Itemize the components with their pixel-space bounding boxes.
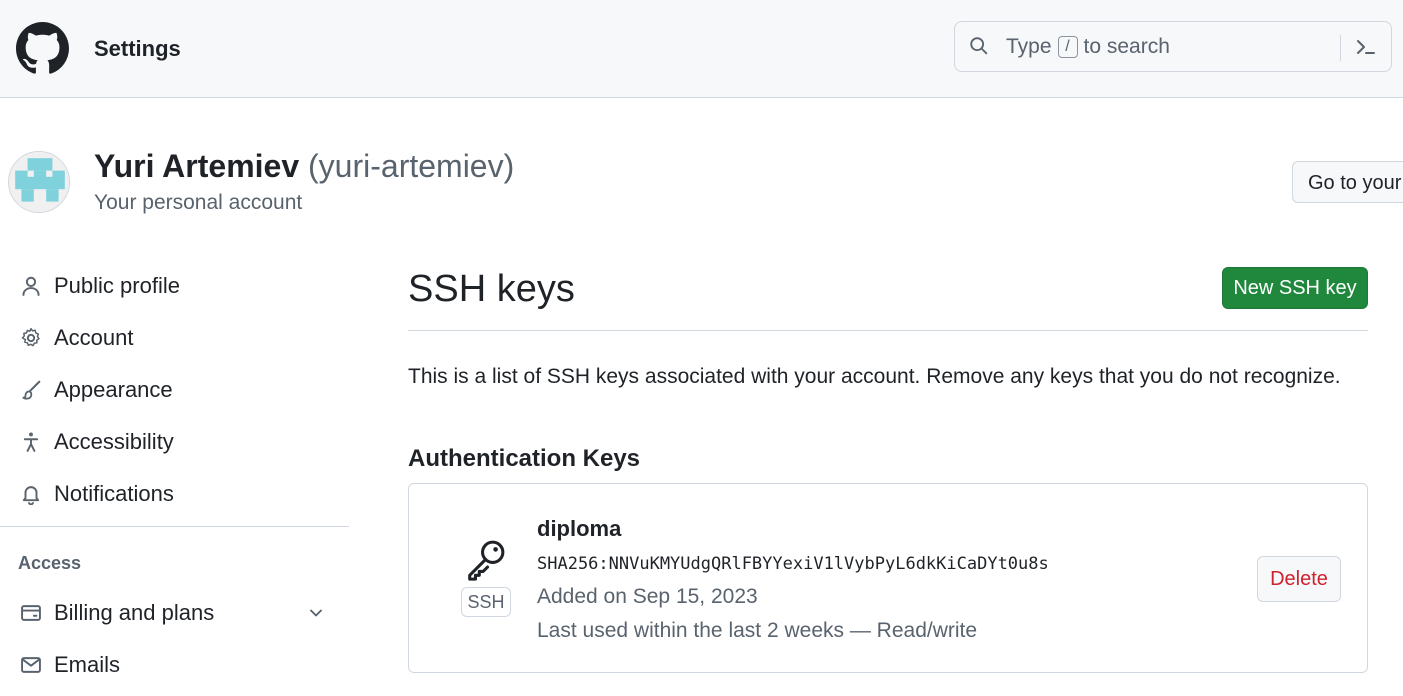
sidebar-item-emails[interactable]: Emails <box>0 642 349 688</box>
page-title: Settings <box>94 36 181 61</box>
sidebar-item-label: Notifications <box>54 481 174 506</box>
sidebar-item-billing[interactable]: Billing and plans <box>0 590 349 636</box>
person-icon <box>22 276 40 296</box>
search-suffix: to search <box>1083 35 1170 58</box>
chevron-down-icon[interactable] <box>306 603 326 623</box>
section-title: SSH keys <box>408 268 575 310</box>
github-mark-icon[interactable] <box>16 22 69 75</box>
sidebar-item-label: Account <box>54 325 134 350</box>
key-icon <box>468 540 505 581</box>
sidebar-item-label: Accessibility <box>54 429 174 454</box>
gear-icon <box>21 327 40 347</box>
delete-key-button[interactable]: Delete <box>1257 556 1341 602</box>
sidebar-item-label: Billing and plans <box>54 600 215 625</box>
top-header: Settings Type / to search <box>0 0 1403 98</box>
sidebar-item-label: Emails <box>54 652 121 677</box>
account-handle: (yuri-artemiev) <box>308 148 515 184</box>
sidebar-item-label: Appearance <box>54 377 173 402</box>
sidebar-item-appearance[interactable]: Appearance <box>0 367 349 413</box>
credit-card-icon <box>21 605 41 621</box>
authentication-keys-heading: Authentication Keys <box>408 445 641 472</box>
avatar[interactable] <box>8 151 70 213</box>
search-input[interactable]: Type / to search <box>954 21 1392 72</box>
sidebar-item-notifications[interactable]: Notifications <box>0 471 349 517</box>
search-shortcut-key: / <box>1057 36 1078 58</box>
ssh-key-item: SSH diploma SHA256:NNVuKMYUdgQRlFBYYexiV… <box>408 483 1368 673</box>
account-display-name[interactable]: Yuri Artemiev <box>94 148 299 184</box>
accessibility-icon <box>23 432 39 452</box>
account-subtitle: Your personal account <box>94 191 303 214</box>
ssh-key-last-used: Last used within the last 2 weeks — Read… <box>537 619 978 642</box>
ssh-key-title: diploma <box>537 516 622 541</box>
sidebar-divider <box>0 526 349 527</box>
search-prefix: Type <box>1006 35 1052 58</box>
search-divider <box>1340 35 1341 61</box>
sidebar-item-label: Public profile <box>54 273 180 298</box>
ssh-description: This is a list of SSH keys associated wi… <box>408 365 1341 388</box>
identicon-icon <box>9 152 69 212</box>
bell-icon <box>22 486 40 505</box>
go-to-profile-button[interactable]: Go to your <box>1292 161 1403 203</box>
sidebar-group-heading: Access <box>18 553 82 573</box>
search-placeholder: Type / to search <box>1006 35 1170 59</box>
new-ssh-key-button[interactable]: New SSH key <box>1222 267 1368 309</box>
paintbrush-icon <box>22 380 41 400</box>
title-divider <box>408 330 1368 331</box>
ssh-key-added-date: Added on Sep 15, 2023 <box>537 585 758 608</box>
sidebar-item-account[interactable]: Account <box>0 315 349 361</box>
command-palette-icon[interactable] <box>1354 35 1378 59</box>
sidebar-item-accessibility[interactable]: Accessibility <box>0 419 349 465</box>
account-name: Yuri Artemiev (yuri-artemiev) <box>94 148 514 185</box>
search-icon <box>970 37 988 55</box>
ssh-type-badge: SSH <box>461 587 511 617</box>
ssh-key-fingerprint: SHA256:NNVuKMYUdgQRlFBYYexiV1lVybPyL6dkK… <box>537 554 1049 574</box>
mail-icon <box>21 657 41 673</box>
sidebar-item-public-profile[interactable]: Public profile <box>0 263 349 309</box>
